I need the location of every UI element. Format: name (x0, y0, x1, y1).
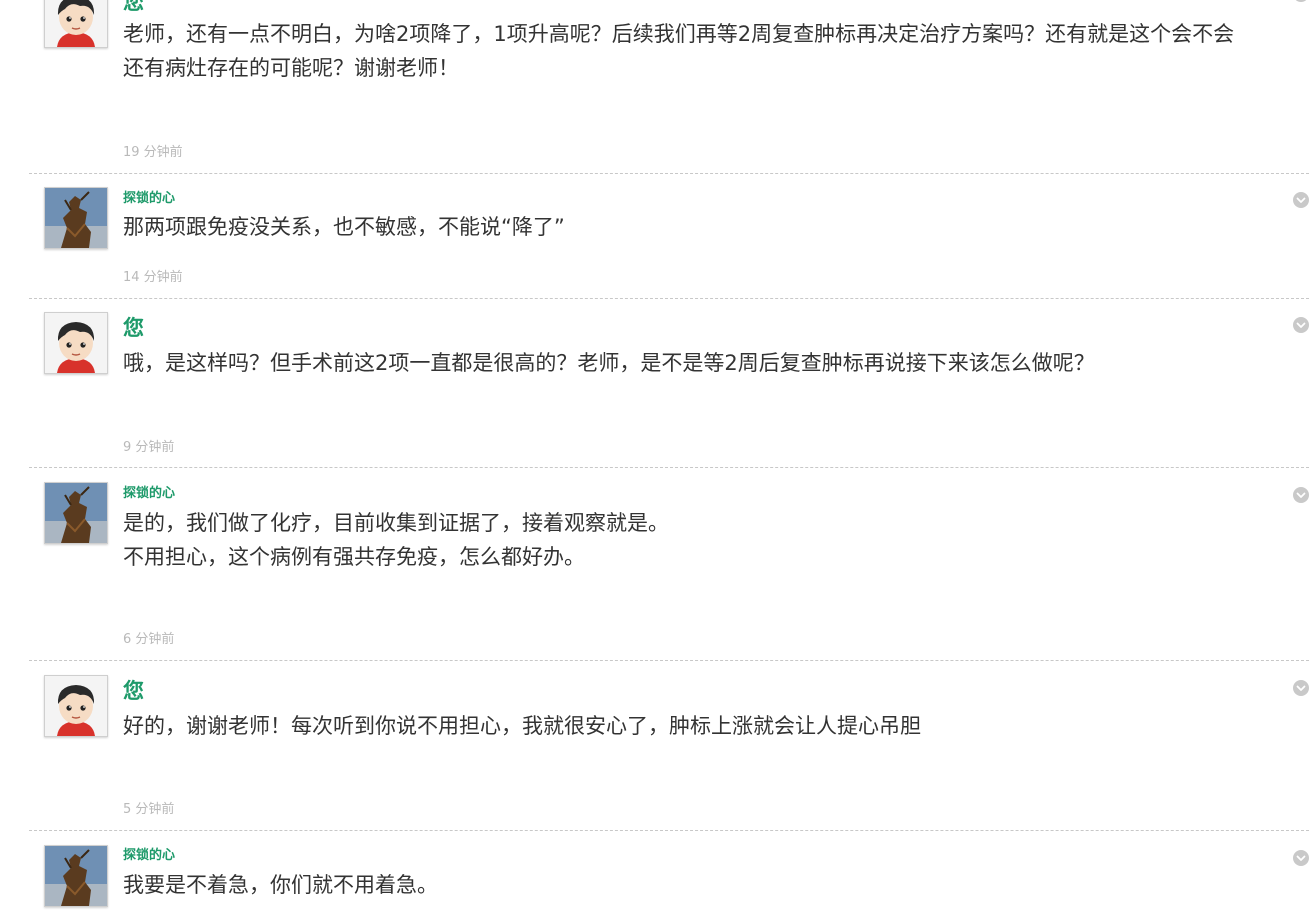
chevron-down-circle-icon (1296, 855, 1306, 861)
doctor-avatar[interactable] (44, 187, 108, 249)
message-menu-toggle[interactable] (1293, 317, 1309, 333)
patient-avatar[interactable] (44, 0, 108, 48)
message-body: 老师，还有一点不明白，为啥2项降了，1项升高呢？后续我们再等2周复查肿标再决定治… (123, 17, 1309, 85)
message-line: 好的，谢谢老师！每次听到你说不用担心，我就很安心了，肿标上涨就会让人提心吊胆 (123, 714, 921, 738)
patient-avatar[interactable] (44, 675, 108, 737)
message-body: 好的，谢谢老师！每次听到你说不用担心，我就很安心了，肿标上涨就会让人提心吊胆 (123, 709, 1309, 743)
chevron-down-circle-icon (1296, 492, 1306, 498)
message-author: 您 (123, 316, 144, 340)
patient-avatar[interactable] (44, 312, 108, 374)
message-line: 还有病灶存在的可能呢？谢谢老师！ (123, 56, 459, 80)
message-author: 您 (123, 679, 144, 703)
message-menu-toggle[interactable] (1293, 680, 1309, 696)
message-timestamp: 19 分钟前 (123, 145, 183, 160)
doctor-avatar[interactable] (44, 845, 108, 907)
message-divider (29, 298, 1309, 299)
doctor-avatar[interactable] (44, 482, 108, 544)
cartoon-boy-avatar-icon (45, 0, 107, 47)
message-timestamp: 5 分钟前 (123, 802, 175, 817)
message-divider (29, 467, 1309, 468)
message-line: 不用担心，这个病例有强共存免疫，怎么都好办。 (123, 545, 585, 569)
message-divider (29, 830, 1309, 831)
message-line: 那两项跟免疫没关系，也不敏感，不能说“降了” (123, 215, 565, 239)
message-divider (29, 660, 1309, 661)
chevron-down-circle-icon (1296, 197, 1306, 203)
message-menu-toggle[interactable] (1293, 192, 1309, 208)
chevron-down-circle-icon (1293, 0, 1309, 2)
message-author: 探锁的心 (123, 486, 176, 501)
message-body: 是的，我们做了化疗，目前收集到证据了，接着观察就是。 不用担心，这个病例有强共存… (123, 506, 1309, 574)
statue-photo-avatar-icon (45, 846, 107, 906)
cartoon-boy-avatar-icon (45, 676, 107, 736)
cartoon-boy-avatar-icon (45, 313, 107, 373)
message-menu-toggle[interactable] (1293, 0, 1309, 2)
message-body: 哦，是这样吗？但手术前这2项一直都是很高的？老师，是不是等2周后复查肿标再说接下… (123, 346, 1309, 380)
message-timestamp: 6 分钟前 (123, 632, 175, 647)
chevron-down-circle-icon (1296, 322, 1306, 328)
statue-photo-avatar-icon (45, 188, 107, 248)
message-timestamp: 9 分钟前 (123, 440, 175, 455)
message-body: 我要是不着急，你们就不用着急。 (123, 868, 1309, 902)
message-line: 哦，是这样吗？但手术前这2项一直都是很高的？老师，是不是等2周后复查肿标再说接下… (123, 351, 1095, 375)
message-line: 我要是不着急，你们就不用着急。 (123, 873, 438, 897)
message-author: 探锁的心 (123, 191, 176, 206)
message-menu-toggle[interactable] (1293, 850, 1309, 866)
conversation-thread: 您 老师，还有一点不明白，为啥2项降了，1项升高呢？后续我们再等2周复查肿标再决… (0, 0, 1309, 917)
statue-photo-avatar-icon (45, 483, 107, 543)
message-author: 探锁的心 (123, 848, 176, 863)
message-line: 老师，还有一点不明白，为啥2项降了，1项升高呢？后续我们再等2周复查肿标再决定治… (123, 22, 1235, 46)
chevron-down-circle-icon (1296, 685, 1306, 691)
message-menu-toggle[interactable] (1293, 487, 1309, 503)
message-timestamp: 14 分钟前 (123, 270, 183, 285)
message-line: 是的，我们做了化疗，目前收集到证据了，接着观察就是。 (123, 511, 669, 535)
message-body: 那两项跟免疫没关系，也不敏感，不能说“降了” (123, 210, 1309, 244)
message-author: 您 (123, 0, 144, 14)
message-divider (29, 173, 1309, 174)
